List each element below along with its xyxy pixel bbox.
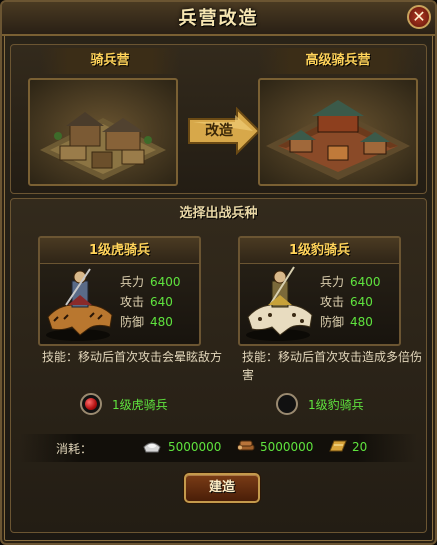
gold-token-icon bbox=[329, 440, 347, 452]
unit-name: 1级豹骑兵 bbox=[240, 238, 399, 264]
upgrade-arrow-label: 改造 bbox=[205, 123, 233, 139]
cost-token: 20 bbox=[352, 440, 368, 454]
wood-logs-icon bbox=[237, 440, 255, 451]
cavalry-camp-image bbox=[28, 78, 178, 186]
stat-defense: 防御 480 bbox=[120, 315, 173, 329]
radio-label-leopard: 1级豹骑兵 bbox=[308, 397, 364, 412]
stat-troops: 兵力 6400 bbox=[120, 275, 181, 289]
cost-silver: 5000000 bbox=[168, 440, 222, 454]
radio-tiger-cavalry[interactable] bbox=[80, 393, 102, 415]
unit-option-tiger[interactable]: 1级虎骑兵 bbox=[80, 392, 168, 416]
close-button[interactable]: ✕ bbox=[407, 5, 431, 29]
unit-skill-tiger: 技能：移动后首次攻击会晕眩敌方 bbox=[42, 350, 223, 364]
unit-card-leopard-cavalry[interactable]: 1级豹骑兵 兵力 6400 攻击 640 防御 480 bbox=[238, 236, 401, 346]
unit-option-leopard[interactable]: 1级豹骑兵 bbox=[276, 392, 364, 416]
build-button[interactable]: 建造 bbox=[184, 473, 260, 503]
stat-attack: 攻击 640 bbox=[120, 295, 173, 309]
unit-select-title: 选择出战兵种 bbox=[179, 206, 258, 221]
cost-wood: 5000000 bbox=[260, 440, 314, 454]
current-camp-label: 骑兵营 bbox=[40, 48, 180, 74]
silver-ingot-icon bbox=[143, 442, 161, 453]
unit-stats: 兵力 6400 攻击 640 防御 480 bbox=[320, 272, 400, 332]
stat-attack: 攻击 640 bbox=[320, 295, 373, 309]
cost-label: 消耗： bbox=[56, 442, 93, 456]
radio-label-tiger: 1级虎骑兵 bbox=[112, 397, 168, 412]
upgraded-camp-label: 高级骑兵营 bbox=[258, 48, 418, 74]
tiger-cavalry-portrait bbox=[46, 268, 113, 341]
advanced-cavalry-camp-image bbox=[258, 78, 418, 186]
title-bar: 兵营改造 bbox=[2, 2, 435, 36]
unit-stats: 兵力 6400 攻击 640 防御 480 bbox=[120, 272, 200, 332]
window-title: 兵营改造 bbox=[178, 8, 259, 29]
unit-card-tiger-cavalry[interactable]: 1级虎骑兵 兵力 6400 攻击 640 防御 480 bbox=[38, 236, 201, 346]
leopard-cavalry-portrait bbox=[246, 266, 313, 341]
unit-skill-leopard: 技能：移动后首次攻击造成多倍伤害 bbox=[242, 350, 423, 382]
stat-troops: 兵力 6400 bbox=[320, 275, 381, 289]
radio-leopard-cavalry[interactable] bbox=[276, 393, 298, 415]
stat-defense: 防御 480 bbox=[320, 315, 373, 329]
unit-name: 1级虎骑兵 bbox=[40, 238, 199, 264]
